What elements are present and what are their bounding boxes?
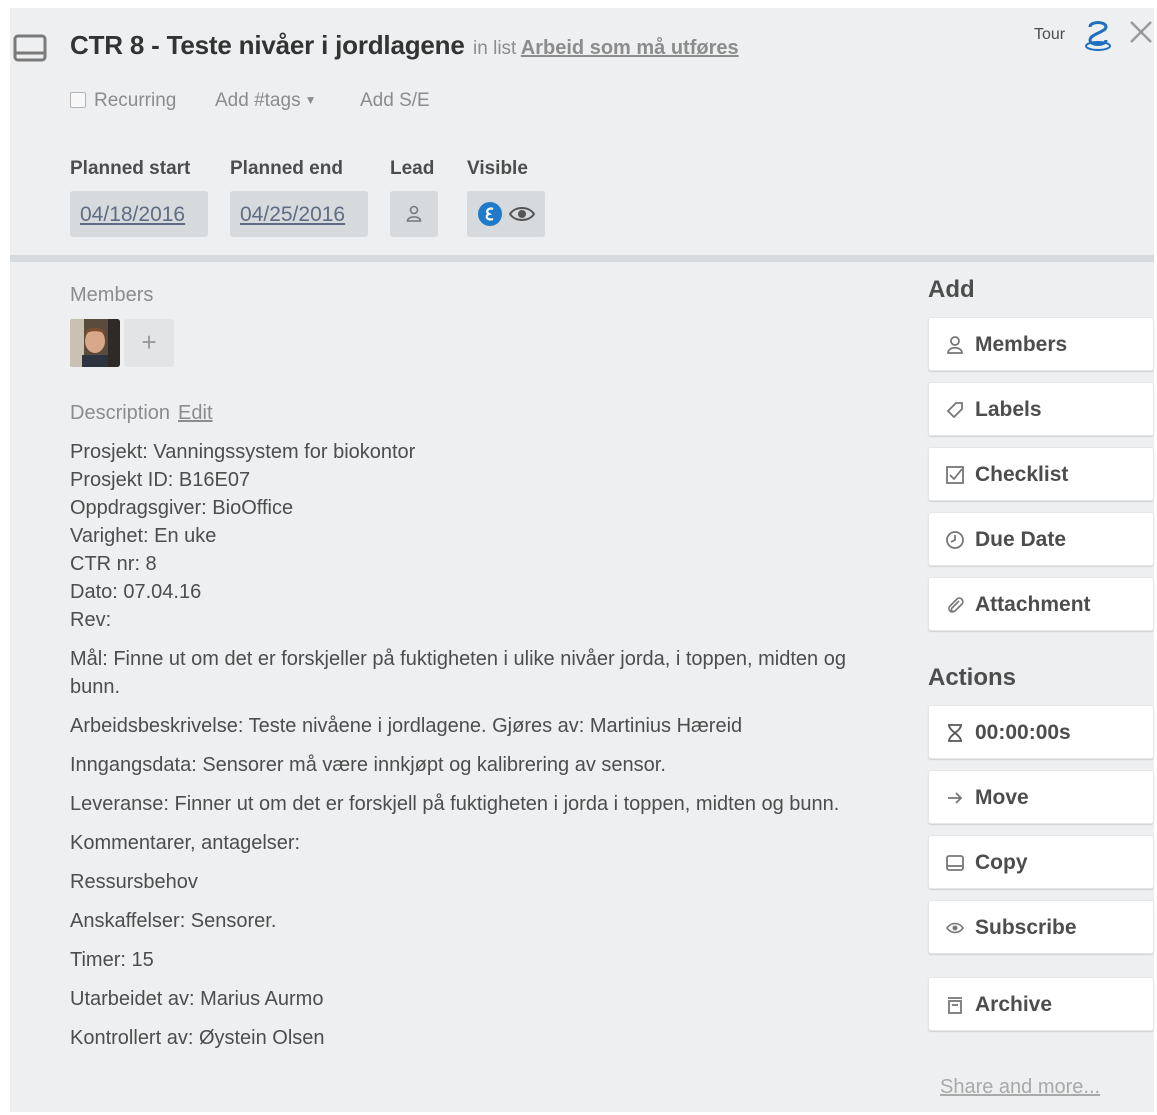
- subscribe-button[interactable]: Subscribe: [928, 900, 1154, 954]
- archive-icon: [948, 997, 962, 1014]
- description-line: Dato: 07.04.16: [70, 581, 202, 603]
- close-icon[interactable]: [1128, 19, 1154, 50]
- chevron-down-icon: ▼: [304, 93, 317, 107]
- person-icon: [947, 336, 963, 354]
- add-checklist-button[interactable]: Checklist: [928, 447, 1154, 501]
- clock-icon: [946, 531, 964, 549]
- description-paragraph: Kommentarer, antagelser:: [70, 832, 301, 854]
- description-paragraph: Timer: 15: [70, 949, 154, 971]
- members-label: Members: [70, 284, 154, 306]
- description-line: CTR nr: 8: [70, 553, 157, 575]
- add-tags-label: Add #tags: [215, 90, 301, 111]
- add-heading: Add: [928, 276, 975, 303]
- description-paragraph: Leveranse: Finner ut om det er forskjell…: [70, 793, 840, 815]
- eye-icon: [946, 922, 964, 934]
- visibility-selector[interactable]: [467, 191, 545, 237]
- add-attachment-label: Attachment: [975, 593, 1091, 616]
- add-due-date-button[interactable]: Due Date: [928, 512, 1154, 566]
- move-label: Move: [975, 786, 1029, 809]
- description-paragraph: Anskaffelser: Sensorer.: [70, 910, 277, 932]
- add-tags-dropdown[interactable]: Add #tags ▼: [215, 90, 316, 112]
- add-attachment-button[interactable]: Attachment: [928, 577, 1154, 631]
- card-detail-window: CTR 8 - Teste nivåer i jordlagene in lis…: [10, 8, 1154, 1112]
- archive-label: Archive: [975, 993, 1053, 1016]
- recurring-toggle[interactable]: Recurring: [70, 90, 176, 112]
- description-paragraph: Utarbeidet av: Marius Aurmo: [70, 988, 324, 1010]
- lead-selector[interactable]: [390, 191, 438, 237]
- add-member-button[interactable]: +: [124, 319, 174, 367]
- timer-icon: [948, 724, 962, 742]
- tag-icon: [946, 402, 963, 419]
- add-labels-button[interactable]: Labels: [928, 382, 1154, 436]
- add-se-button[interactable]: Add S/E: [360, 90, 430, 112]
- description-line: Varighet: En uke: [70, 525, 217, 547]
- description-line: Rev:: [70, 609, 112, 631]
- planned-start-date[interactable]: 04/18/2016: [70, 191, 208, 237]
- card-title[interactable]: CTR 8 - Teste nivåer i jordlagene: [70, 30, 465, 60]
- tour-label[interactable]: Tour: [1034, 26, 1065, 44]
- visibility-badge-icon: [478, 202, 502, 226]
- timer-label: 00:00:00s: [975, 721, 1071, 744]
- card-icon: [13, 33, 47, 68]
- description-paragraph: Ressursbehov: [70, 871, 198, 893]
- add-checklist-label: Checklist: [975, 463, 1069, 486]
- lead-label: Lead: [390, 158, 435, 179]
- description-line: Prosjekt ID: B16E07: [70, 469, 251, 491]
- recurring-label: Recurring: [94, 90, 177, 111]
- description-header: Description Edit: [70, 402, 213, 425]
- arrow-right-icon: [948, 792, 963, 804]
- planned-end-date[interactable]: 04/25/2016: [230, 191, 368, 237]
- planned-start-label: Planned start: [70, 158, 191, 179]
- card-header: CTR 8 - Teste nivåer i jordlagene in lis…: [10, 8, 1154, 260]
- share-and-more-link[interactable]: Share and more...: [940, 1076, 1100, 1099]
- planned-end-label: Planned end: [230, 158, 343, 179]
- add-members-button[interactable]: Members: [928, 317, 1154, 371]
- in-list-prefix: in list: [473, 38, 517, 59]
- recurring-checkbox[interactable]: [70, 92, 86, 108]
- move-button[interactable]: Move: [928, 770, 1154, 824]
- copy-label: Copy: [975, 851, 1028, 874]
- paperclip-icon: [948, 597, 964, 613]
- description-paragraph: Mål: Finne ut om det er forskjeller på f…: [70, 648, 846, 698]
- subscribe-label: Subscribe: [975, 916, 1077, 939]
- description-paragraph: Arbeidsbeskrivelse: Teste nivåene i jord…: [70, 715, 743, 737]
- card-title-row: CTR 8 - Teste nivåer i jordlagene in lis…: [70, 30, 739, 61]
- checkbox-icon: [946, 466, 964, 484]
- description-line: Prosjekt: Vanningssystem for biokontor: [70, 441, 416, 463]
- description-paragraph: Kontrollert av: Øystein Olsen: [70, 1027, 325, 1049]
- card-icon: [946, 855, 964, 871]
- avatar[interactable]: [70, 319, 120, 367]
- add-members-label: Members: [975, 333, 1068, 356]
- list-link[interactable]: Arbeid som må utføres: [521, 37, 739, 59]
- actions-heading: Actions: [928, 664, 1017, 691]
- person-icon: [406, 205, 422, 222]
- header-divider: [10, 255, 1154, 262]
- tour-icon[interactable]: [1081, 18, 1115, 57]
- description-edit-link[interactable]: Edit: [178, 402, 212, 424]
- description-label: Description: [70, 402, 171, 424]
- add-due-date-label: Due Date: [975, 528, 1067, 551]
- archive-button[interactable]: Archive: [928, 977, 1154, 1031]
- description-line: Oppdragsgiver: BioOffice: [70, 497, 294, 519]
- copy-button[interactable]: Copy: [928, 835, 1154, 889]
- timer-button[interactable]: 00:00:00s: [928, 705, 1154, 759]
- eye-icon: [509, 207, 535, 221]
- description-body: Prosjekt: Vanningssystem for biokontor P…: [70, 438, 900, 1052]
- visible-label: Visible: [467, 158, 528, 179]
- description-paragraph: Inngangsdata: Sensorer må være innkjøpt …: [70, 754, 666, 776]
- add-labels-label: Labels: [975, 398, 1042, 421]
